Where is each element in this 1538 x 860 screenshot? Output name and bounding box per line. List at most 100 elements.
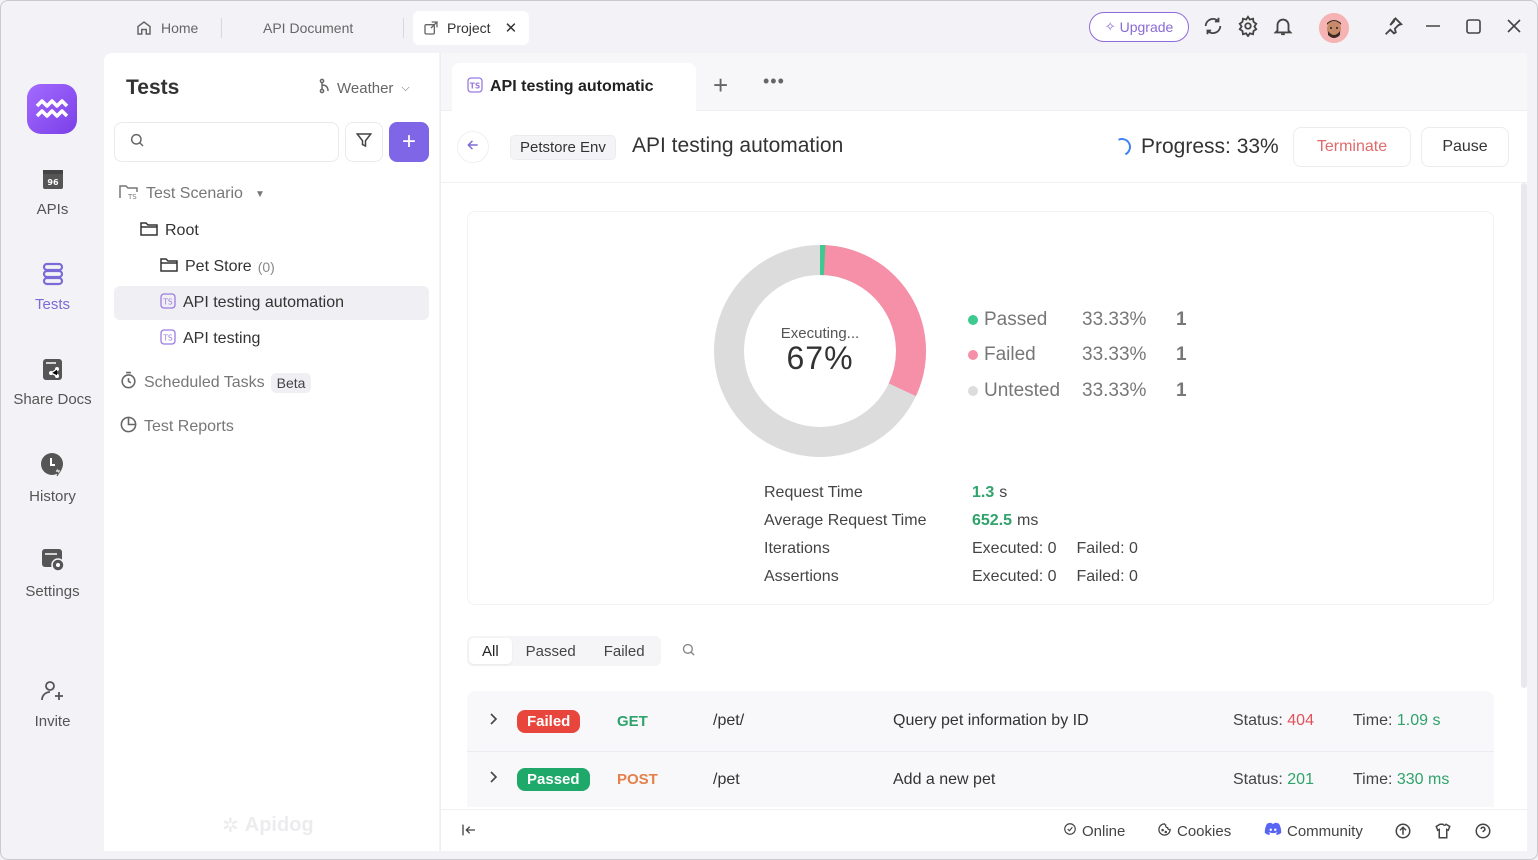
close-tab-icon[interactable]: ✕ [505,19,518,37]
pin-icon[interactable] [1382,15,1406,39]
branch-selector[interactable]: Weather ⌵ [318,78,410,98]
svg-text:TS: TS [162,297,173,306]
rail-item-history[interactable]: History [1,452,104,505]
filter-tab-failed[interactable]: Failed [590,638,659,664]
scrollbar[interactable] [1521,183,1527,688]
tree-test-reports-label: Test Reports [144,418,234,435]
shirt-icon[interactable] [1434,822,1452,840]
tree-test-scenario[interactable]: TS Test Scenario ▼ [118,177,265,211]
tab-project-label: Project [447,20,491,36]
search-icon[interactable] [681,642,696,662]
pause-button[interactable]: Pause [1421,127,1509,167]
legend-count: 1 [1176,379,1187,401]
community-button[interactable]: Community [1264,822,1363,840]
collapse-sidebar-icon[interactable] [461,822,477,843]
rail-item-tests[interactable]: Tests [1,262,104,313]
avatar[interactable] [1319,13,1349,43]
caret-down-icon: ▼ [254,188,265,200]
rail-label-history: History [29,488,76,505]
stat-assertions: Assertions Executed: 0 Failed: 0 [764,563,1138,591]
cookies-button[interactable]: Cookies [1157,822,1231,841]
upgrade-button[interactable]: ✧ Upgrade [1089,12,1189,42]
time-label: Time: [1353,712,1393,729]
rail-label-settings: Settings [25,583,80,600]
gear-icon[interactable] [1237,15,1261,39]
tab-divider [403,18,404,38]
http-method: GET [617,712,648,730]
result-legend: Passed 33.33% 1 Failed 33.33% 1 Untested… [968,302,1187,409]
tree-root[interactable]: Root [139,214,199,248]
filter-tab-passed[interactable]: Passed [512,638,590,664]
rail-item-settings[interactable]: Settings [1,547,104,600]
terminate-button[interactable]: Terminate [1293,127,1411,167]
tab-home-label: Home [161,20,199,36]
tab-project[interactable]: Project ✕ [413,11,529,45]
legend-percent: 33.33% [1082,308,1147,330]
stat-value: 1.3 s [972,484,1007,502]
request-description: Query pet information by ID [893,712,1089,729]
executing-percent: 67% [786,340,854,376]
minimize-icon[interactable] [1423,15,1447,39]
back-button[interactable] [457,131,489,163]
status-code-value: 404 [1287,712,1314,729]
tab-api-document[interactable]: API Document [253,11,363,45]
chevron-right-icon[interactable] [489,712,499,731]
tab-home[interactable]: Home [125,11,208,45]
legend-count: 1 [1176,344,1187,366]
legend-name: Failed [984,344,1036,366]
search-field[interactable] [114,122,339,162]
tree-item-api-testing-automation[interactable]: TS API testing automation [114,286,429,320]
help-icon[interactable] [1474,822,1492,840]
tree-item-api-testing[interactable]: TS API testing [159,322,260,356]
result-row[interactable]: Passed POST /pet Add a new pet Status: 2… [467,752,1494,807]
left-nav-rail: 96 APIs Tests Share Docs History Setting… [1,53,104,859]
chevron-right-icon[interactable] [489,770,499,789]
tree-pet-store[interactable]: Pet Store (0) [159,250,275,284]
share-docs-icon [41,357,65,385]
time-value: 330 ms [1396,770,1450,788]
rail-item-apis[interactable]: 96 APIs [1,167,104,218]
legend-row-failed: Failed 33.33% 1 [968,338,1187,374]
upload-icon[interactable] [1394,822,1412,840]
doc-tab-label: API testing automatic [490,78,654,95]
new-tab-button[interactable]: + [713,72,728,98]
legend-percent: 33.33% [1082,379,1147,401]
status-footer: Online Cookies Community [441,809,1527,851]
app-window: Home API Document Project ✕ ✧ Upgrade 96… [0,0,1538,860]
tree-pet-store-count: (0) [257,259,275,275]
progress-label: Progress: 33% [1141,135,1279,158]
filter-button[interactable] [345,122,383,162]
rail-label-tests: Tests [34,296,70,313]
online-status[interactable]: Online [1063,822,1125,840]
stat-value: Executed: 0 Failed: 0 [972,568,1138,586]
legend-dot-untested [968,385,978,396]
tree-scheduled-tasks[interactable]: Scheduled Tasks Beta [119,366,312,400]
progress-indicator: Progress: 33% [1110,135,1279,159]
environment-badge[interactable]: Petstore Env [510,135,616,160]
donut-center: Executing... 67% [713,244,927,458]
stat-label: Average Request Time [764,512,927,529]
legend-row-passed: Passed 33.33% 1 [968,302,1187,338]
rail-item-invite[interactable]: Invite [1,679,104,730]
rail-item-share-docs[interactable]: Share Docs [1,357,104,408]
bell-icon[interactable] [1272,15,1296,39]
refresh-icon[interactable] [1202,15,1226,39]
tree-test-scenario-label: Test Scenario [146,185,243,202]
doc-tab-api-testing-automation[interactable]: TS API testing automatic [452,63,696,111]
apidog-logo[interactable] [27,84,77,134]
result-row[interactable]: Failed GET /pet/ Query pet information b… [467,691,1494,752]
filter-tab-all[interactable]: All [469,638,512,664]
panel-title: Tests [126,76,180,99]
stat-label: Assertions [764,568,839,585]
add-button[interactable]: + [389,122,429,162]
maximize-icon[interactable] [1464,15,1488,39]
status-label: Status: [1233,712,1283,729]
search-input[interactable] [153,134,333,150]
close-window-icon[interactable] [1504,15,1528,39]
apidog-watermark: ✲ Apidog [222,813,314,838]
tree-test-reports[interactable]: Test Reports [119,410,234,444]
test-scenario-icon: TS [466,76,484,99]
more-icon[interactable]: ••• [763,71,785,92]
apidog-watermark-icon: ✲ [222,815,239,837]
request-path: /pet/ [713,712,745,729]
